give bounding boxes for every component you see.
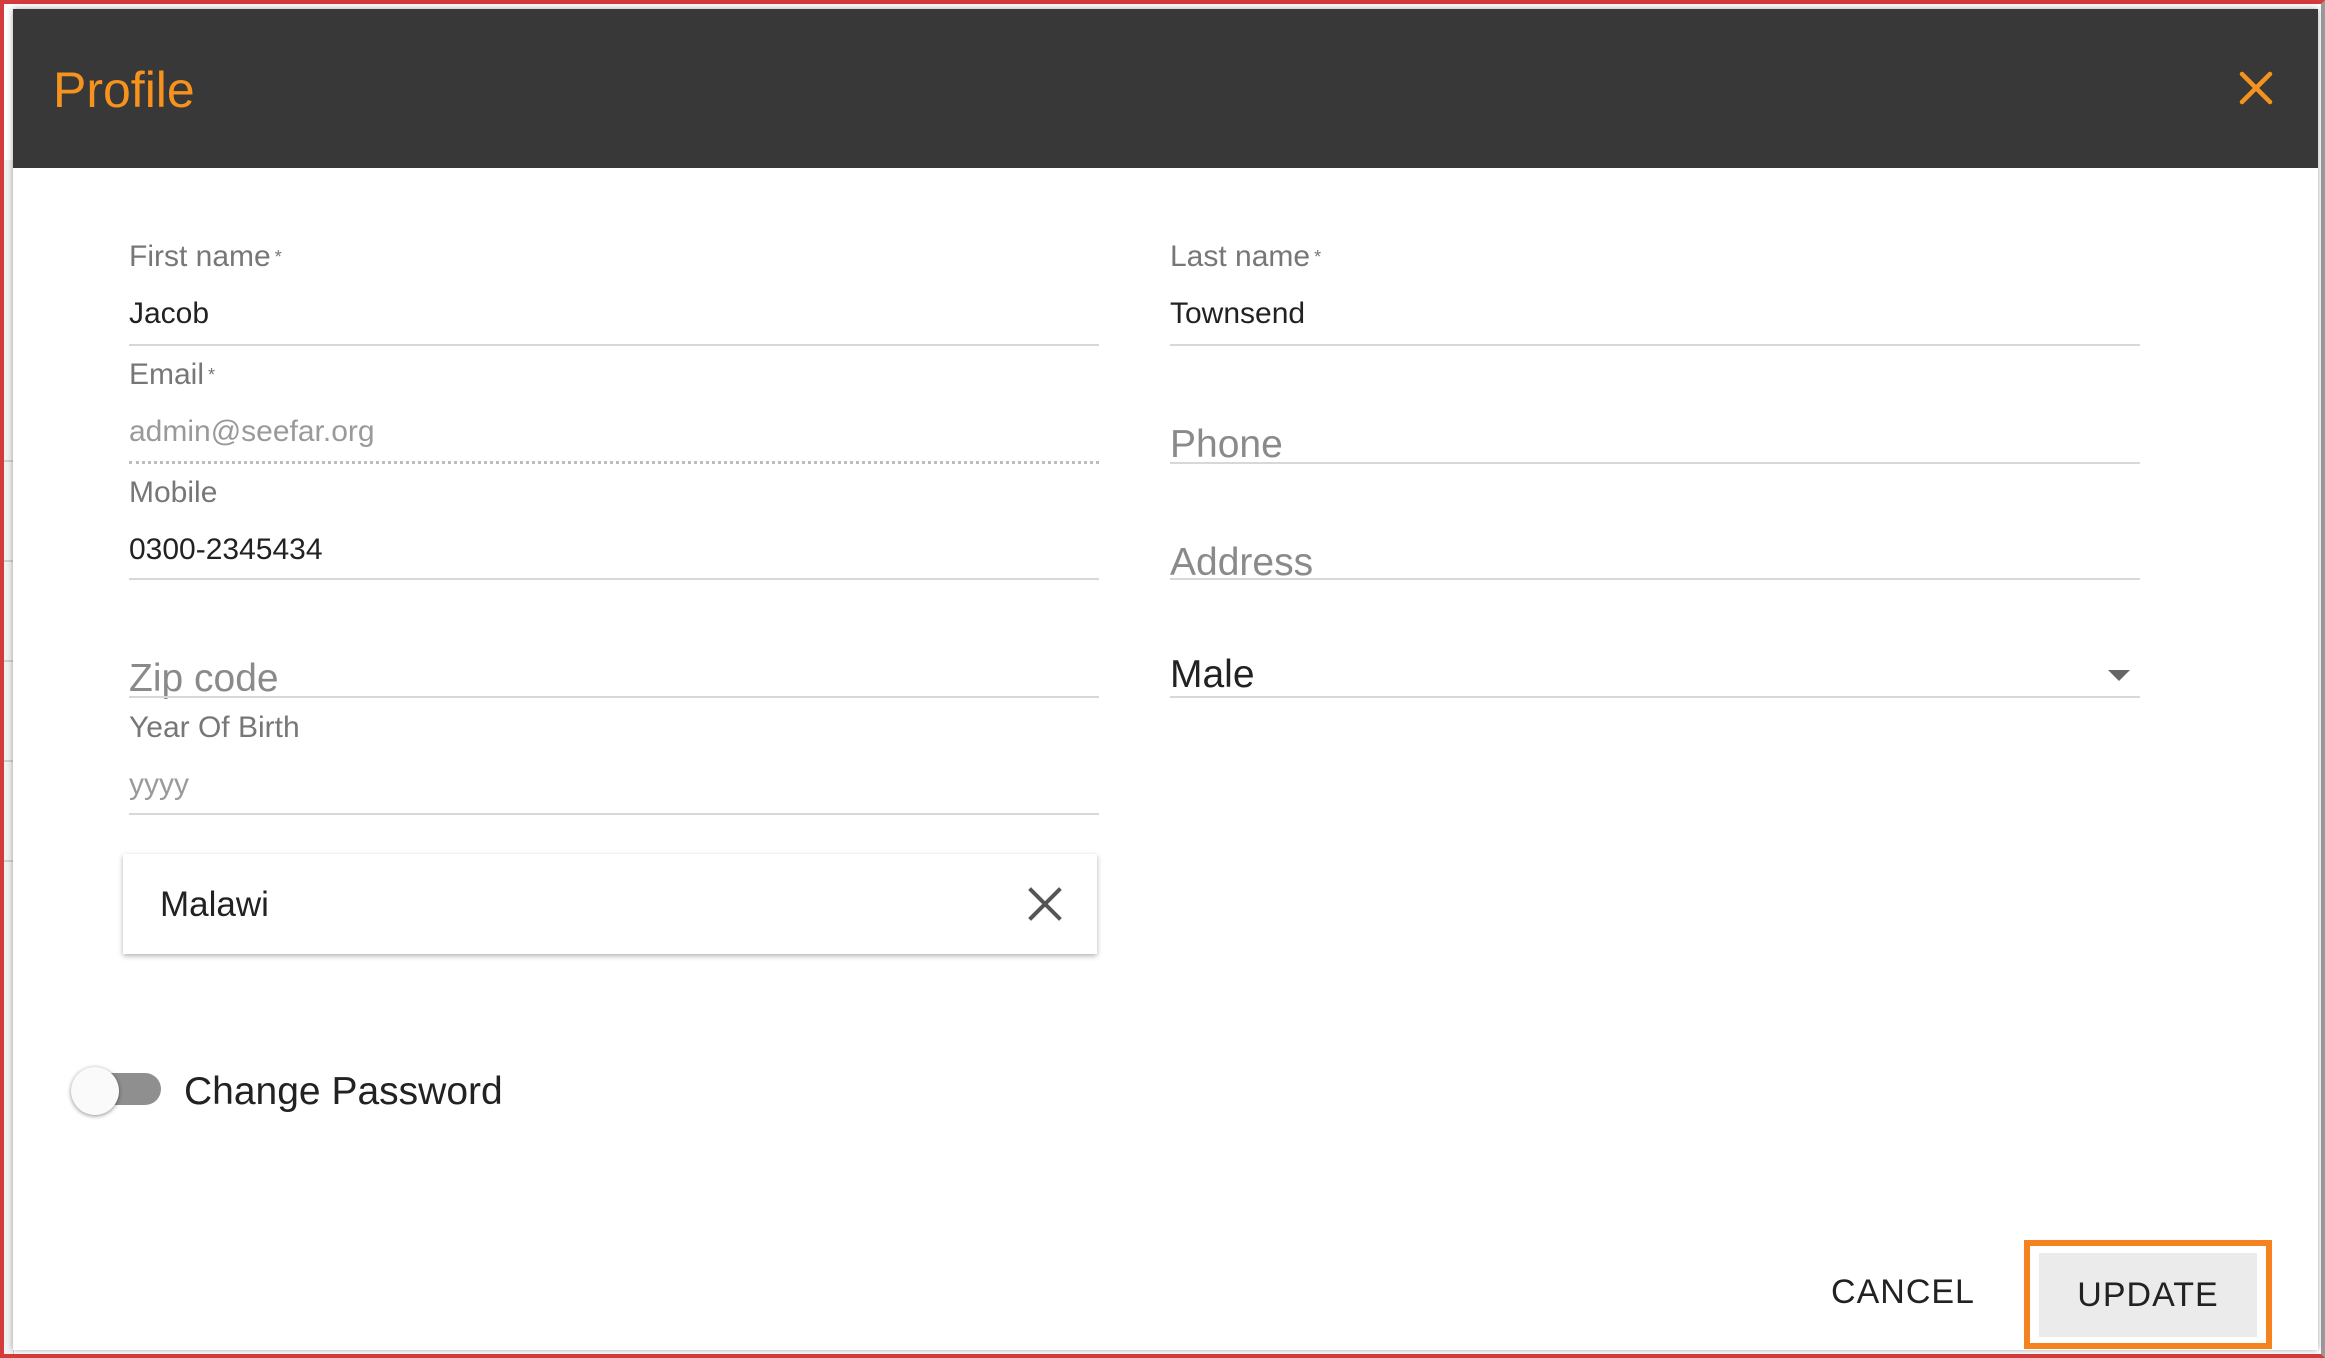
address-underline [1170,578,2140,580]
address-field[interactable]: Address [1170,476,2140,584]
year-of-birth-field[interactable]: Year Of Birth yyyy [129,711,1099,815]
dialog-title: Profile [53,62,195,118]
country-value[interactable]: Malawi [160,884,269,926]
last-name-input[interactable]: Townsend [1170,296,1305,332]
email-underline [129,461,1099,464]
change-password-label: Change Password [184,1070,503,1113]
profile-dialog: Profile First name * Jacob Email * admin@s… [13,9,2318,1350]
gender-select[interactable]: Male [1170,592,2140,698]
change-password-toggle[interactable] [71,1057,181,1117]
first-name-field[interactable]: First name * Jacob [129,240,1099,346]
last-name-underline [1170,344,2140,346]
mobile-input[interactable]: 0300-2345434 [129,532,323,568]
update-button[interactable]: UPDATE [2039,1253,2257,1337]
email-field: Email * admin@seefar.org [129,358,1099,464]
email-label: Email * [129,358,216,391]
cancel-button[interactable]: CANCEL [1813,1262,1993,1322]
close-icon[interactable] [1025,884,1065,924]
dropdown-arrow-icon[interactable] [2108,670,2130,681]
phone-underline [1170,462,2140,464]
close-icon[interactable] [2232,64,2280,112]
mobile-underline [129,578,1099,580]
last-name-field[interactable]: Last name * Townsend [1170,240,2140,346]
toggle-thumb [71,1067,119,1115]
gender-underline [1170,696,2140,698]
last-name-label: Last name * [1170,240,1322,273]
mobile-label: Mobile [129,476,218,509]
phone-field[interactable]: Phone [1170,358,2140,466]
first-name-input[interactable]: Jacob [129,296,209,332]
gender-selected-value[interactable]: Male [1170,652,1255,698]
dialog-header: Profile [13,9,2318,168]
zip-code-underline [129,696,1099,698]
year-of-birth-label: Year Of Birth [129,711,300,744]
zip-code-field[interactable]: Zip code [129,592,1099,700]
email-input: admin@seefar.org [129,415,375,448]
mobile-field[interactable]: Mobile 0300-2345434 [129,476,1099,580]
year-of-birth-underline [129,813,1099,815]
first-name-label: First name * [129,240,282,273]
year-of-birth-input[interactable]: yyyy [129,767,189,803]
first-name-underline [129,344,1099,346]
country-autocomplete[interactable]: Malawi [123,854,1097,954]
